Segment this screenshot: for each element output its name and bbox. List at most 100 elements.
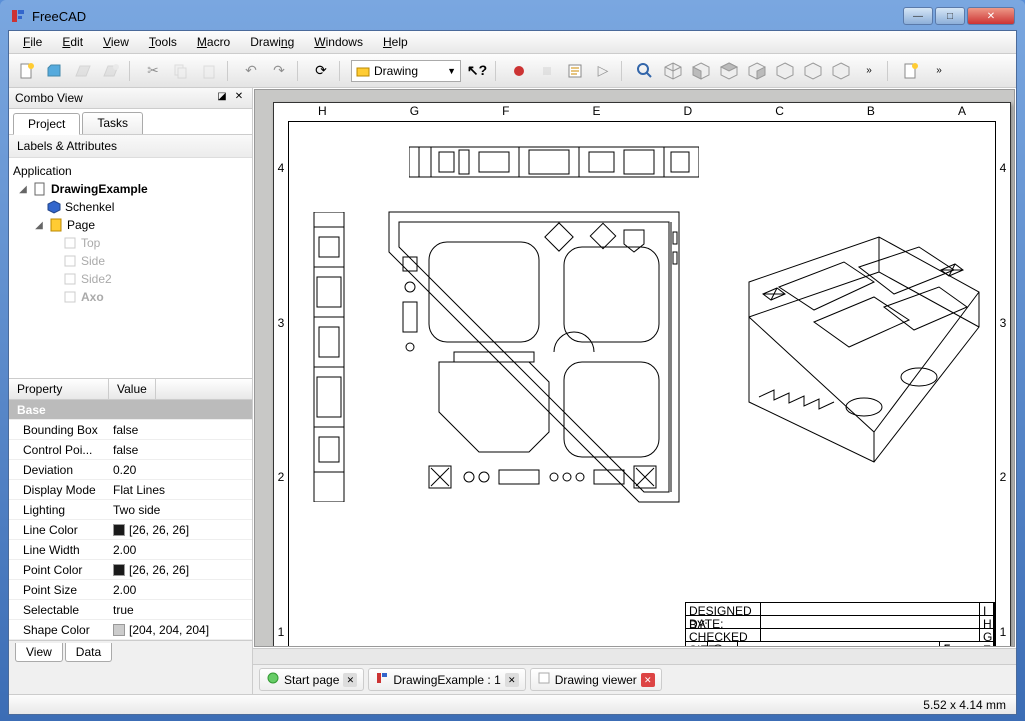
whatsthis-icon[interactable]: ↖? <box>465 59 489 83</box>
view-axo-drawing <box>719 232 984 482</box>
combo-view-title: Combo View <box>15 91 212 105</box>
minimize-button[interactable]: — <box>903 7 933 25</box>
view-side-drawing <box>309 212 349 502</box>
tree-page[interactable]: ◢ Page <box>9 216 252 234</box>
run-macro-icon[interactable]: ▷ <box>591 59 615 83</box>
view-front-icon[interactable] <box>689 59 713 83</box>
paste-icon[interactable] <box>197 59 221 83</box>
property-grid[interactable]: Base Bounding BoxfalseControl Poi...fals… <box>9 400 252 640</box>
status-coordinates: 5.52 x 4.14 mm <box>923 698 1006 712</box>
maximize-button[interactable]: □ <box>935 7 965 25</box>
menu-tools[interactable]: Tools <box>141 33 185 51</box>
tree-part[interactable]: Schenkel <box>9 198 252 216</box>
part-icon <box>46 199 62 215</box>
menu-view[interactable]: View <box>95 33 137 51</box>
property-row[interactable]: Point Color[26, 26, 26] <box>9 560 252 580</box>
tab-view[interactable]: View <box>15 643 63 662</box>
menu-windows[interactable]: Windows <box>306 33 371 51</box>
view-top-drawing <box>409 142 699 182</box>
tab-close-icon[interactable]: ✕ <box>343 673 357 687</box>
document-tabs: Start page✕DrawingExample : 1✕Drawing vi… <box>253 664 1016 694</box>
combo-undock-icon[interactable]: ◪ <box>215 91 229 105</box>
tree-view-side[interactable]: Side <box>9 252 252 270</box>
doc-tab[interactable]: Start page✕ <box>259 668 364 691</box>
property-row[interactable]: Selectabletrue <box>9 600 252 620</box>
combo-close-icon[interactable]: ✕ <box>232 91 246 105</box>
ruler-top: HGFEDCBA <box>288 104 996 116</box>
menu-bar: File Edit View Tools Macro Drawing Windo… <box>9 31 1016 54</box>
model-tree[interactable]: Application ◢ DrawingExample Schenkel ◢ … <box>9 158 252 378</box>
undo-icon[interactable]: ↶ <box>239 59 263 83</box>
redo-icon[interactable]: ↷ <box>267 59 291 83</box>
main-toolbar: ✂ ↶ ↷ ⟳ Drawing ▼ ↖? ▷ <box>9 54 1016 88</box>
window-title: FreeCAD <box>32 9 903 24</box>
property-header: Property Value <box>9 378 252 400</box>
drawing-viewport[interactable]: HGFEDCBA HGFEDCBA 1234 1234 <box>254 89 1015 647</box>
view-bottom-icon[interactable] <box>801 59 825 83</box>
close-button[interactable]: ✕ <box>967 7 1015 25</box>
open-icon[interactable] <box>43 59 67 83</box>
copy-icon[interactable] <box>169 59 193 83</box>
view-right-icon[interactable] <box>745 59 769 83</box>
doc-tab[interactable]: DrawingExample : 1✕ <box>368 668 525 691</box>
tab-close-icon[interactable]: ✕ <box>505 673 519 687</box>
view-plan-drawing <box>379 202 689 512</box>
macros-icon[interactable] <box>563 59 587 83</box>
toolbar-overflow-icon[interactable]: » <box>857 59 881 83</box>
ruler-left: 1234 <box>276 121 286 647</box>
menu-file[interactable]: File <box>15 33 50 51</box>
title-block: DESIGNED BY:I DATE:H CHECKED BY:G SIZEA3… <box>685 602 995 647</box>
drawing-sheet: HGFEDCBA HGFEDCBA 1234 1234 <box>273 102 1011 647</box>
property-row[interactable]: Line Color[26, 26, 26] <box>9 520 252 540</box>
cut-icon[interactable]: ✂ <box>141 59 165 83</box>
view-top-icon[interactable] <box>717 59 741 83</box>
toolbar-overflow2-icon[interactable]: » <box>927 59 951 83</box>
new-icon[interactable] <box>15 59 39 83</box>
property-row[interactable]: Display ModeFlat Lines <box>9 480 252 500</box>
tab-icon <box>375 671 389 688</box>
tab-tasks[interactable]: Tasks <box>82 112 143 134</box>
ruler-right: 1234 <box>998 121 1008 647</box>
tab-data[interactable]: Data <box>65 643 112 662</box>
view-rear-icon[interactable] <box>773 59 797 83</box>
save-icon[interactable] <box>71 59 95 83</box>
view-left-icon[interactable] <box>829 59 853 83</box>
view-iso-icon[interactable] <box>661 59 685 83</box>
property-row[interactable]: Control Poi...false <box>9 440 252 460</box>
property-row[interactable]: Line Width2.00 <box>9 540 252 560</box>
tree-view-side2[interactable]: Side2 <box>9 270 252 288</box>
stop-macro-icon[interactable] <box>535 59 559 83</box>
doc-tab[interactable]: Drawing viewer✕ <box>530 668 662 691</box>
app-icon <box>10 8 26 24</box>
menu-help[interactable]: Help <box>375 33 416 51</box>
tree-view-axo[interactable]: Axo <box>9 288 252 306</box>
saveas-icon[interactable] <box>99 59 123 83</box>
property-row[interactable]: Deviation0.20 <box>9 460 252 480</box>
refresh-icon[interactable]: ⟳ <box>309 59 333 83</box>
tab-close-icon[interactable]: ✕ <box>641 673 655 687</box>
zoom-fit-icon[interactable] <box>633 59 657 83</box>
menu-macro[interactable]: Macro <box>189 33 238 51</box>
property-row[interactable]: Point Size2.00 <box>9 580 252 600</box>
document-icon <box>32 181 48 197</box>
workbench-select[interactable]: Drawing ▼ <box>351 60 461 82</box>
property-row[interactable]: Shape Color[204, 204, 204] <box>9 620 252 640</box>
tab-icon <box>537 671 551 688</box>
property-row[interactable]: Bounding Boxfalse <box>9 420 252 440</box>
new-drawing-icon[interactable] <box>899 59 923 83</box>
property-row[interactable]: LightingTwo side <box>9 500 252 520</box>
title-bar[interactable]: FreeCAD — □ ✕ <box>8 8 1017 30</box>
menu-drawing[interactable]: Drawing <box>242 33 302 51</box>
combo-view-panel: Combo View ◪ ✕ Project Tasks Labels & At… <box>9 88 253 694</box>
tree-application: Application <box>9 162 252 180</box>
tree-doc[interactable]: ◢ DrawingExample <box>9 180 252 198</box>
labels-attributes-header: Labels & Attributes <box>9 135 252 158</box>
menu-edit[interactable]: Edit <box>54 33 91 51</box>
drawing-canvas: HGFEDCBA HGFEDCBA 1234 1234 <box>253 88 1016 694</box>
horizontal-scrollbar[interactable] <box>253 648 1016 664</box>
tree-view-top[interactable]: Top <box>9 234 252 252</box>
status-bar: 5.52 x 4.14 mm <box>9 694 1016 714</box>
page-icon <box>48 217 64 233</box>
record-macro-icon[interactable] <box>507 59 531 83</box>
tab-project[interactable]: Project <box>13 113 80 135</box>
